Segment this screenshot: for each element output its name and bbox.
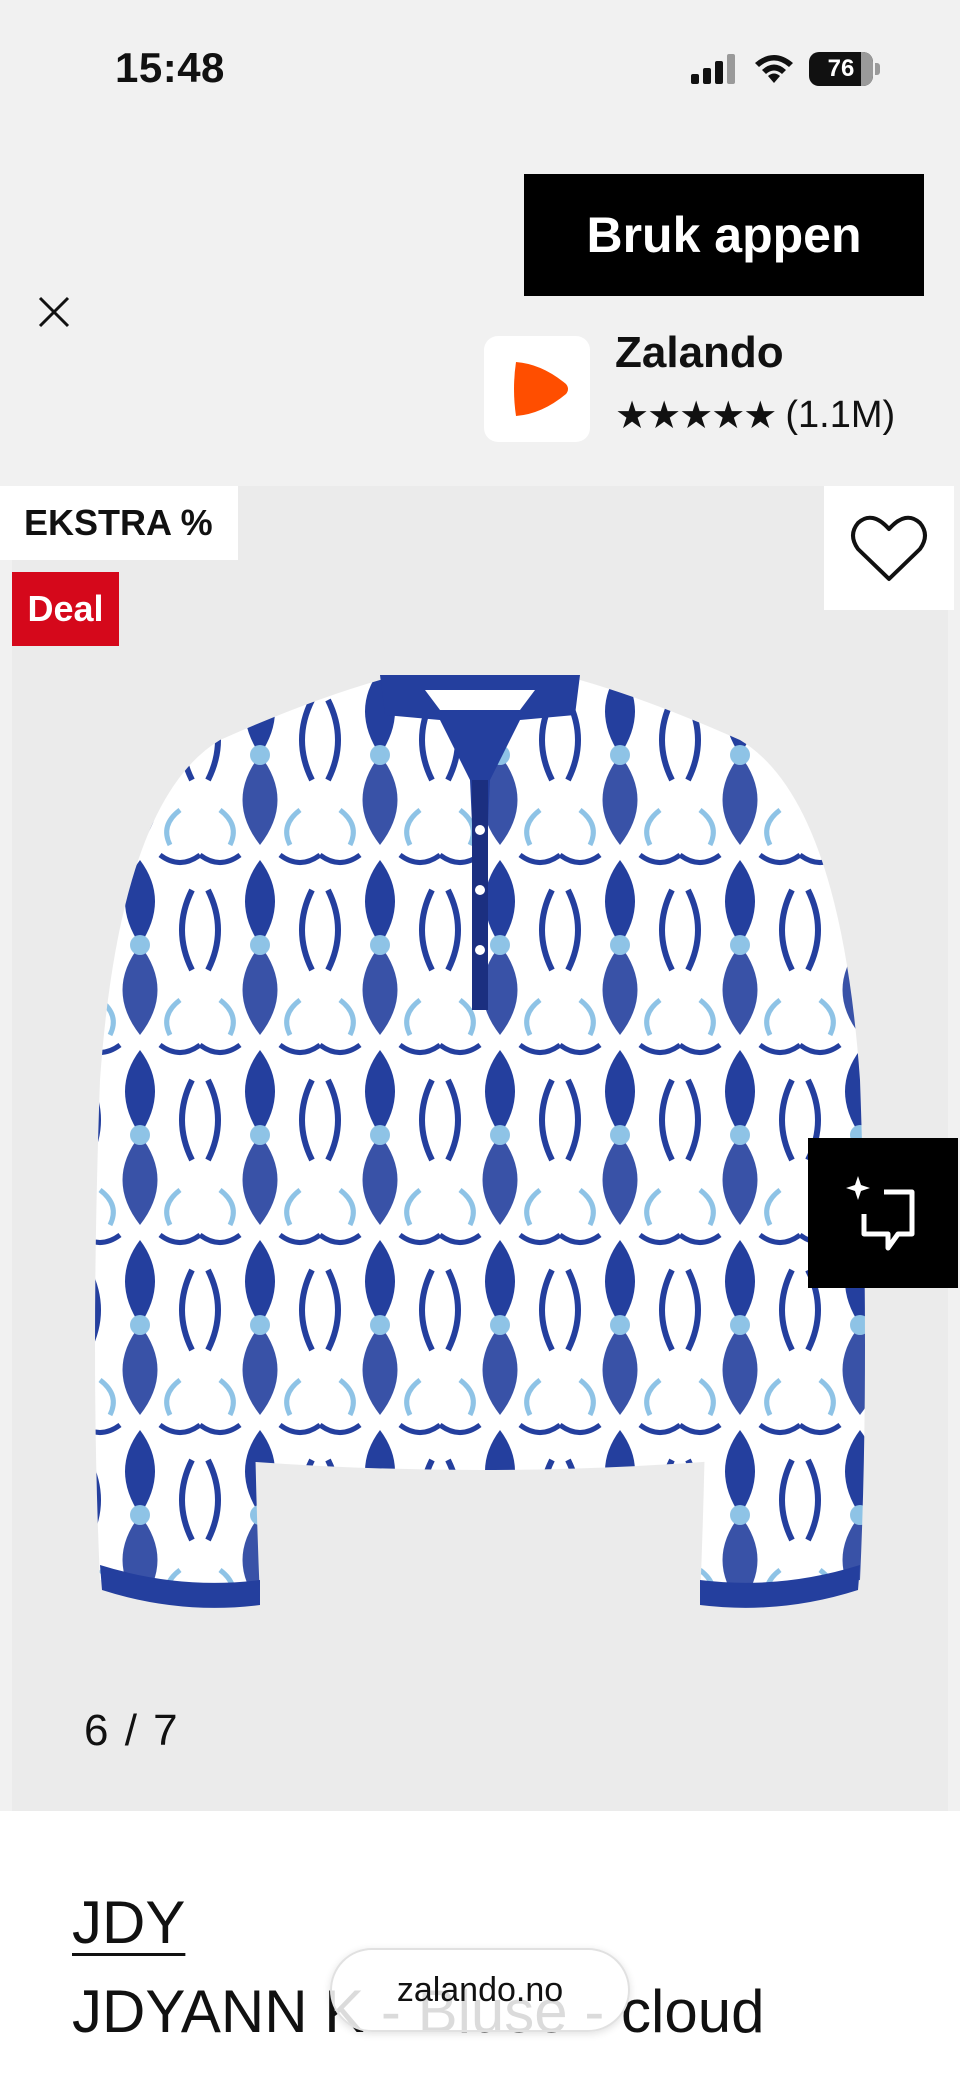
- find-similar-icon: [846, 1176, 915, 1251]
- rating-count: (1.1M): [785, 394, 896, 436]
- wishlist-button[interactable]: [824, 486, 954, 610]
- app-name: Zalando: [615, 328, 784, 377]
- status-time: 15:48: [115, 44, 225, 91]
- heart-icon: [851, 515, 927, 581]
- cellular-signal-icon: [691, 54, 735, 84]
- extra-discount-badge: EKSTRA %: [0, 486, 238, 560]
- status-icons: 76: [691, 52, 880, 86]
- close-icon: [38, 296, 70, 328]
- battery-level: 76: [827, 55, 855, 82]
- wifi-icon: [755, 55, 793, 83]
- browser-url-bar[interactable]: zalando.no: [330, 1948, 630, 2032]
- app-logo: [484, 336, 590, 442]
- app-rating: ★★★★★ (1.1M): [615, 393, 895, 438]
- find-similar-button[interactable]: [808, 1138, 958, 1288]
- status-bar: 15:48 76: [0, 0, 960, 140]
- brand-link[interactable]: JDY: [72, 1888, 185, 1957]
- open-app-button[interactable]: Bruk appen: [524, 174, 924, 296]
- star-rating-icon: ★★★★★: [615, 395, 777, 437]
- close-banner-button[interactable]: [34, 292, 74, 332]
- image-counter: 6 / 7: [84, 1706, 180, 1755]
- product-image-blouse[interactable]: [80, 660, 880, 1620]
- deal-badge: Deal: [12, 572, 119, 646]
- battery-icon: 76: [809, 52, 873, 86]
- zalando-logo-icon: [514, 362, 568, 416]
